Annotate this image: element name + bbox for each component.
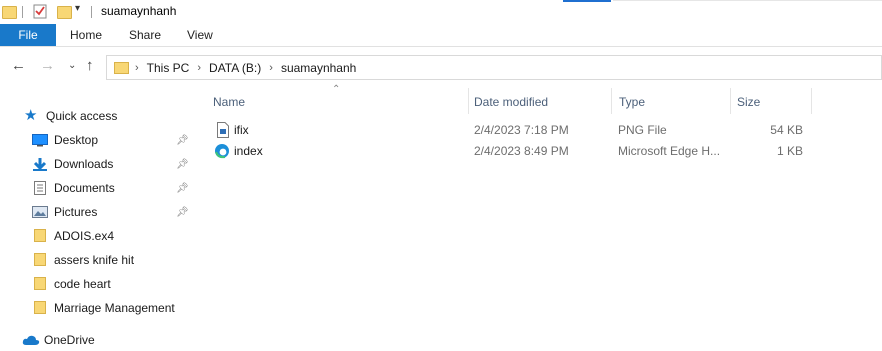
- file-name: index: [234, 144, 263, 158]
- ribbon: File Home Share View: [0, 24, 882, 47]
- column-header-type[interactable]: Type: [619, 92, 645, 112]
- nav-label: assers knife hit: [54, 253, 135, 267]
- folder-icon: [32, 253, 48, 267]
- nav-label: Marriage Management: [54, 301, 175, 315]
- nav-label: code heart: [54, 277, 111, 291]
- file-type: Microsoft Edge H...: [618, 144, 721, 158]
- window-accent-light: [613, 0, 882, 1]
- column-header-name[interactable]: Name: [213, 92, 245, 112]
- pin-icon[interactable]: 📌︎: [176, 135, 189, 147]
- recent-locations-icon[interactable]: ⌄: [68, 58, 76, 74]
- column-divider[interactable]: [811, 88, 812, 114]
- new-folder-icon[interactable]: [57, 6, 72, 19]
- cloud-icon: [22, 333, 40, 347]
- properties-icon[interactable]: [33, 4, 47, 19]
- nav-label: Pictures: [54, 205, 98, 219]
- folder-icon: [32, 229, 48, 243]
- column-header-size[interactable]: Size: [737, 92, 760, 112]
- pin-icon[interactable]: 📌︎: [176, 183, 189, 195]
- folder-icon: [114, 61, 129, 74]
- documents-icon: [32, 181, 48, 195]
- file-name: ifix: [234, 123, 249, 137]
- file-row[interactable]: ifix 2/4/2023 7:18 PM PNG File 54 KB: [213, 120, 813, 140]
- tab-share[interactable]: Share: [129, 24, 161, 46]
- breadcrumb-data-drive[interactable]: DATA (B:): [209, 61, 261, 75]
- nav-item-downloads[interactable]: Downloads: [32, 153, 113, 175]
- png-file-icon: [216, 120, 230, 140]
- downloads-icon: [32, 157, 48, 171]
- pictures-icon: [32, 205, 48, 219]
- nav-item-documents[interactable]: Documents: [32, 177, 115, 199]
- address-bar[interactable]: › This PC › DATA (B:) › suamaynhanh: [106, 55, 882, 80]
- desktop-icon: [32, 133, 48, 147]
- column-divider[interactable]: [468, 88, 469, 114]
- nav-item-folder[interactable]: ADOIS.ex4: [32, 225, 114, 247]
- forward-arrow-icon[interactable]: →: [40, 58, 55, 74]
- title-bar: ▾ suamaynhanh: [0, 0, 882, 24]
- separator: [91, 6, 92, 18]
- file-size: 1 KB: [776, 144, 803, 158]
- file-date: 2/4/2023 8:49 PM: [474, 144, 569, 158]
- chevron-right-icon[interactable]: ›: [135, 62, 139, 74]
- nav-item-folder[interactable]: code heart: [32, 273, 111, 295]
- tab-home[interactable]: Home: [70, 24, 102, 46]
- folder-icon: [32, 301, 48, 315]
- nav-label: ADOIS.ex4: [54, 229, 115, 243]
- chevron-right-icon[interactable]: ›: [197, 62, 201, 74]
- chevron-right-icon[interactable]: ›: [269, 62, 273, 74]
- nav-label: Documents: [54, 181, 115, 195]
- nav-item-folder[interactable]: assers knife hit: [32, 249, 134, 271]
- star-icon: ★: [24, 107, 38, 124]
- nav-label: Downloads: [54, 157, 114, 171]
- tab-view[interactable]: View: [187, 24, 213, 46]
- nav-item-folder[interactable]: Marriage Management: [32, 297, 175, 319]
- nav-item-desktop[interactable]: Desktop: [32, 129, 98, 151]
- file-type: PNG File: [618, 123, 667, 137]
- pin-icon[interactable]: 📌︎: [176, 159, 189, 171]
- column-divider[interactable]: [611, 88, 612, 114]
- nav-item-pictures[interactable]: Pictures: [32, 201, 97, 223]
- customize-qat-icon[interactable]: ▾: [75, 3, 80, 14]
- breadcrumb-current-folder[interactable]: suamaynhanh: [281, 61, 356, 75]
- nav-label: OneDrive: [44, 333, 95, 347]
- folder-icon: [2, 6, 17, 19]
- file-date: 2/4/2023 7:18 PM: [474, 123, 569, 137]
- window-title: suamaynhanh: [101, 4, 177, 18]
- breadcrumb-this-pc[interactable]: This PC: [147, 61, 190, 75]
- file-tab[interactable]: File: [0, 24, 56, 46]
- pin-icon[interactable]: 📌︎: [176, 207, 189, 219]
- sort-ascending-icon: ⌃: [332, 84, 341, 95]
- nav-label: Desktop: [54, 133, 99, 147]
- column-header-date[interactable]: Date modified: [474, 92, 548, 112]
- window-accent: [563, 0, 611, 2]
- separator: [22, 6, 23, 18]
- nav-label: Quick access: [46, 109, 118, 123]
- up-arrow-icon[interactable]: ↑: [86, 58, 94, 74]
- back-arrow-icon[interactable]: ←: [11, 58, 26, 74]
- nav-quick-access[interactable]: ★ Quick access: [24, 105, 117, 127]
- folder-icon: [32, 277, 48, 291]
- column-divider[interactable]: [730, 88, 731, 114]
- edge-icon: [214, 141, 230, 161]
- file-size: 54 KB: [770, 123, 803, 137]
- file-row[interactable]: index 2/4/2023 8:49 PM Microsoft Edge H.…: [213, 141, 813, 161]
